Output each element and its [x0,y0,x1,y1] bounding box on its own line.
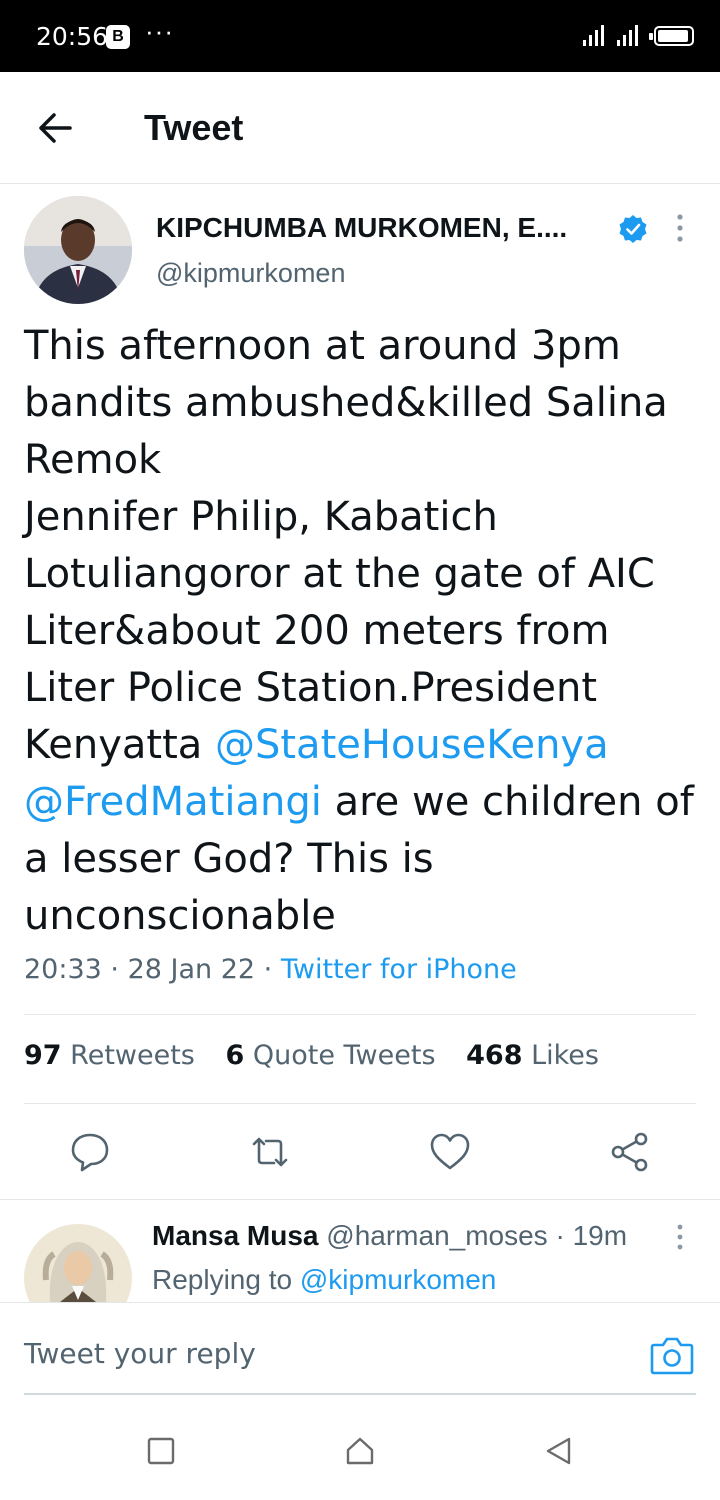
tweet-source-link[interactable]: Twitter for iPhone [281,954,517,985]
tweet-line: unconscionable [24,893,336,939]
replying-to: Replying to @kipmurkomen [152,1264,497,1295]
divider [24,1103,696,1104]
tweet-line: Remok [24,437,162,483]
system-nav-bar [0,1400,720,1500]
likes-stat[interactable]: 468 Likes [466,1040,599,1071]
signal-2-icon [617,25,638,46]
mention-link-statehouse[interactable]: @StateHouseKenya [215,722,609,768]
tweet-line: Liter Police Station.President [24,665,598,711]
camera-icon[interactable] [650,1335,694,1375]
reply-input-underline [24,1393,696,1395]
tweet-line: Lotuliangoror at the gate of AIC [24,551,655,597]
tweet-time: 20:33 [24,954,102,985]
reply-time: 19m [572,1220,628,1251]
share-icon[interactable] [608,1130,652,1174]
reply-icon[interactable] [68,1130,112,1174]
back-arrow-icon[interactable] [30,102,82,154]
back-nav-icon[interactable] [544,1436,574,1466]
status-bar: 20:56 B ··· [0,0,720,72]
author-handle[interactable]: @kipmurkomen [156,258,345,289]
more-options-icon[interactable] [668,210,692,246]
retweets-stat[interactable]: 97 Retweets [24,1040,195,1071]
tweet-line: @FredMatiangi are we children of [24,779,694,825]
tweet-line: a lesser God? This is [24,836,434,882]
verified-badge-icon [619,215,647,243]
replying-to-mention[interactable]: @kipmurkomen [300,1264,496,1295]
tweet-line: This afternoon at around 3pm [24,323,621,369]
tweet-text: This afternoon at around 3pm bandits amb… [24,318,704,945]
mention-link-fredmatiangi[interactable]: @FredMatiangi [24,779,322,825]
reply-input[interactable]: Tweet your reply [24,1337,256,1370]
retweet-icon[interactable] [248,1130,292,1174]
tweet-line: Jennifer Philip, Kabatich [24,494,498,540]
top-app-bar: Tweet [0,72,720,184]
tweet-stats: 97 Retweets 6 Quote Tweets 468 Likes [24,1040,621,1071]
reply-header: Mansa Musa @harman_moses · 19m [152,1220,628,1251]
tweet-line: Liter&about 200 meters from [24,608,610,654]
like-heart-icon[interactable] [428,1130,472,1174]
app-notification-icon: B [106,25,130,49]
battery-icon [649,26,694,46]
recent-apps-icon[interactable] [146,1436,176,1466]
page-title: Tweet [144,107,244,148]
divider [24,1014,696,1015]
signal-1-icon [583,25,604,46]
reply-composer: Tweet your reply [0,1302,720,1400]
tweet-line: bandits ambushed&killed Salina [24,380,668,426]
tweet-line: Kenyatta @StateHouseKenya [24,722,609,768]
quote-tweets-stat[interactable]: 6 Quote Tweets [225,1040,435,1071]
author-avatar[interactable] [24,196,132,304]
reply-author-avatar[interactable] [24,1224,132,1302]
reply-author-handle[interactable]: @harman_moses [326,1220,547,1251]
author-name[interactable]: KIPCHUMBA MURKOMEN, E.... [156,212,567,244]
tweet-date: 28 Jan 22 [127,954,256,985]
tweet-metadata: 20:33 · 28 Jan 22 · Twitter for iPhone [24,954,517,985]
divider [0,1199,720,1200]
home-icon[interactable] [345,1436,375,1466]
reply-author-name[interactable]: Mansa Musa [152,1220,319,1251]
more-notifications-icon: ··· [145,16,174,46]
status-time: 20:56 [36,22,109,51]
reply-more-options-icon[interactable] [668,1222,692,1252]
